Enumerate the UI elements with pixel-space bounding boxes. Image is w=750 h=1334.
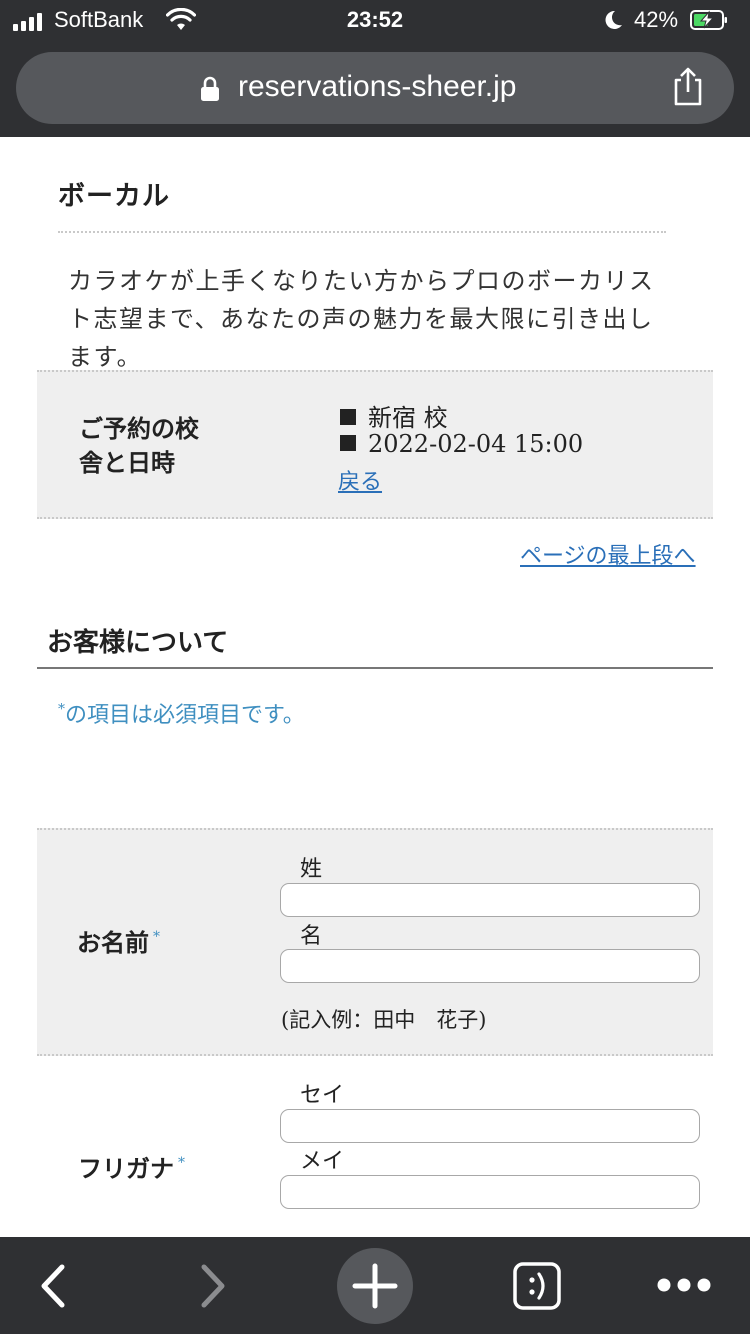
first-name-label: 名 (300, 924, 323, 949)
name-example: (記入例：田中 花子) (281, 1008, 487, 1032)
do-not-disturb-moon-icon (605, 10, 622, 29)
furigana-label: フリガナ * (78, 1154, 185, 1183)
back-link[interactable]: 戻る (338, 464, 382, 496)
new-tab-plus-icon[interactable] (336, 1247, 414, 1325)
course-title-divider (58, 231, 666, 233)
course-title: ボーカル (58, 181, 170, 212)
status-bar: SoftBank 23:52 42% (0, 0, 750, 42)
furigana-first-label: メイ (300, 1149, 345, 1174)
tabs-icon[interactable] (512, 1261, 562, 1311)
last-name-input[interactable] (280, 883, 700, 917)
back-arrow-icon[interactable] (36, 1263, 70, 1309)
last-name-label: 姓 (300, 857, 323, 882)
reservation-school: 新宿 校 (340, 398, 448, 433)
furigana-last-input[interactable] (280, 1109, 700, 1143)
square-bullet-icon (340, 435, 356, 451)
battery-percent: 42% (634, 7, 679, 32)
square-bullet-icon (340, 409, 356, 425)
browser-bottom-toolbar (0, 1237, 750, 1334)
reservation-datetime: 2022-02-04 15:00 (340, 430, 583, 458)
section-divider (37, 667, 713, 669)
battery-charging-icon (690, 10, 727, 30)
furigana-last-label: セイ (300, 1083, 345, 1108)
customer-section-title: お客様について (47, 628, 229, 658)
url-text[interactable]: reservations-sheer.jp (238, 70, 516, 104)
required-note: *の項目は必須項目です。 (58, 701, 305, 728)
reservation-label: ご予約の校 舎と日時 (79, 414, 199, 477)
reservation-panel: ご予約の校 舎と日時 新宿 校 2022-02-04 15:00 戻る (37, 370, 713, 519)
share-icon[interactable] (668, 66, 708, 108)
furigana-first-input[interactable] (280, 1175, 700, 1209)
lock-icon (201, 76, 219, 101)
course-description: カラオケが上手くなりたい方からプロのボーカリスト志望まで、あなたの声の魅力を最大… (68, 267, 655, 371)
first-name-input[interactable] (280, 949, 700, 983)
browser-top-chrome: SoftBank 23:52 42% reservations-sheer.jp (0, 0, 750, 137)
more-icon[interactable] (656, 1275, 712, 1295)
name-label: お名前 * (77, 928, 160, 957)
page-top-link[interactable]: ページの最上段へ (520, 538, 696, 570)
address-bar[interactable]: reservations-sheer.jp (16, 52, 734, 124)
forward-arrow-icon[interactable] (196, 1263, 230, 1309)
